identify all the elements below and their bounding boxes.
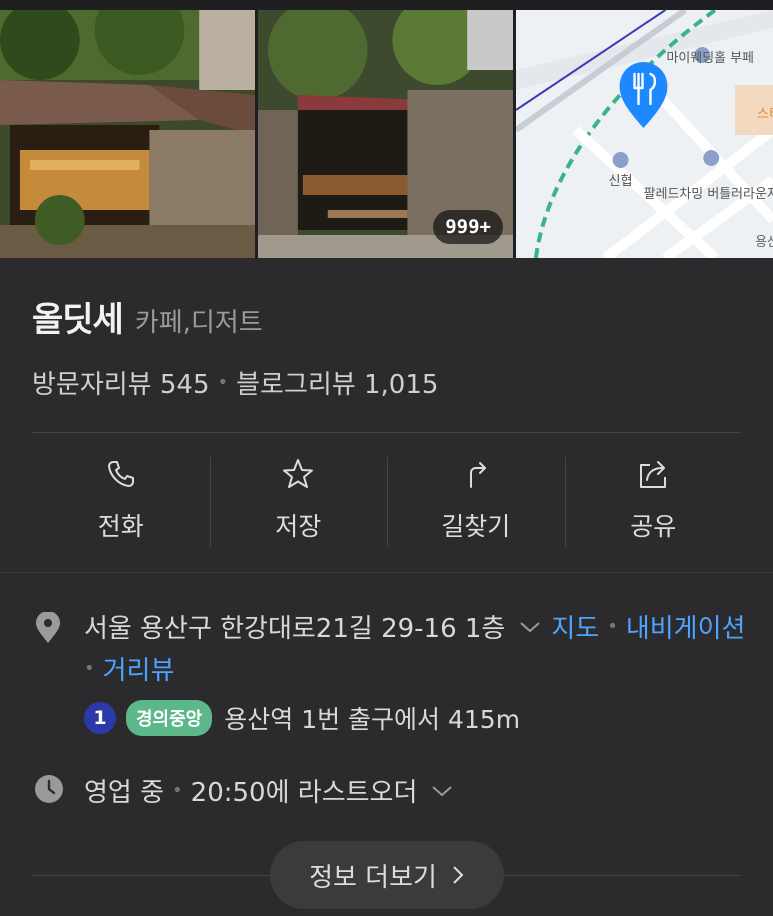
address-line: 서울 용산구 한강대로21길 29-16 1층 지도 • 내비게이션	[84, 608, 745, 645]
subway-info: 1 경의중앙 용산역 1번 출구에서 415m	[84, 700, 520, 736]
review-summary: 방문자리뷰 545 • 블로그리뷰 1,015	[32, 364, 438, 401]
map-link[interactable]: 지도	[551, 608, 599, 645]
navigation-link[interactable]: 내비게이션	[626, 608, 746, 645]
open-status: 영업 중	[84, 778, 165, 808]
more-info-button[interactable]: 정보 더보기	[270, 841, 504, 909]
directions-button-label: 길찾기	[441, 512, 511, 541]
share-button[interactable]: 공유	[564, 455, 743, 550]
separator-dot: •	[172, 780, 183, 801]
business-hours[interactable]: 영업 중 • 20:50에 라스트오더	[84, 772, 463, 809]
separator-dot: •	[217, 372, 229, 393]
location-pin-icon	[36, 612, 60, 643]
subway-line-name: 경의중앙	[126, 700, 213, 736]
map-label-palais: 팔레드차밍 버틀러라운지	[644, 187, 773, 202]
title-row: 올딧세 카페,디저트	[32, 292, 263, 341]
call-button-label: 전화	[97, 512, 144, 541]
address-text[interactable]: 서울 용산구 한강대로21길 29-16 1층	[84, 608, 505, 645]
map-thumbnail[interactable]: 마이웨딩홀 부페 신협 팔레드차밍 버틀러라운지 스티 용산	[516, 10, 773, 258]
blog-review-link[interactable]: 블로그리뷰 1,015	[236, 364, 438, 401]
photo-interior[interactable]: 999+	[258, 10, 513, 258]
subway-line-number: 1	[84, 702, 116, 734]
top-bar	[0, 0, 773, 10]
photo-exterior[interactable]	[0, 10, 255, 258]
visitor-review-link[interactable]: 방문자리뷰 545	[32, 364, 210, 401]
map-label-wedding: 마이웨딩홀 부페	[667, 51, 754, 66]
photo-exterior-image	[0, 10, 255, 258]
separator-dot: •	[607, 616, 618, 637]
map-label-starbucks: 스티	[757, 107, 773, 122]
divider	[32, 432, 741, 433]
clock-icon	[35, 775, 63, 803]
subway-directions: 용산역 1번 출구에서 415m	[224, 705, 521, 734]
street-view-link[interactable]: 거리뷰	[103, 650, 175, 687]
directions-button[interactable]: 길찾기	[387, 455, 565, 550]
address-line-2: • 거리뷰	[84, 650, 174, 687]
map-label-sinhyup: 신협	[609, 174, 633, 189]
chevron-down-icon[interactable]	[431, 784, 453, 798]
divider	[0, 572, 773, 573]
last-order-time: 20:50에 라스트오더	[190, 778, 418, 808]
separator-dot: •	[84, 658, 95, 679]
chevron-down-icon[interactable]	[519, 620, 541, 634]
map-image: 마이웨딩홀 부페 신협 팔레드차밍 버틀러라운지 스티 용산	[516, 10, 773, 258]
place-category: 카페,디저트	[134, 308, 263, 338]
chevron-right-icon	[453, 866, 464, 884]
place-name: 올딧세	[32, 300, 124, 340]
phone-icon	[107, 461, 134, 487]
star-icon	[283, 459, 314, 488]
map-label-yongsan: 용산	[755, 235, 773, 250]
photo-gallery[interactable]: 999+ 마이웨딩홀 부페 신협 팔레드차밍 버틀러라운지 스티	[0, 10, 773, 258]
share-icon	[640, 461, 667, 488]
call-button[interactable]: 전화	[32, 455, 210, 550]
directions-icon	[469, 462, 486, 488]
action-bar: 전화 저장 길찾기 공유	[32, 455, 742, 550]
photo-count-badge: 999+	[433, 210, 503, 244]
more-info-label: 정보 더보기	[309, 862, 437, 893]
share-button-label: 공유	[630, 512, 677, 541]
save-button-label: 저장	[275, 512, 322, 541]
save-button[interactable]: 저장	[209, 455, 388, 550]
